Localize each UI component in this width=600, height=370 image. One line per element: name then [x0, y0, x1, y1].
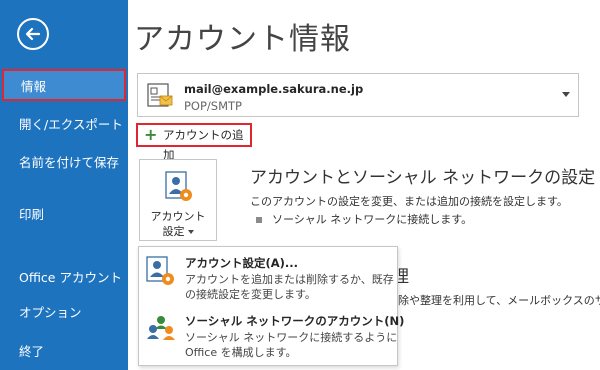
- page-title: アカウント情報: [134, 22, 351, 57]
- section-bullet: ソーシャル ネットワークに接続します。: [256, 211, 472, 227]
- menu-item-account-settings[interactable]: アカウント設定(A)... アカウントを追加または削除するか、既存 の接続設定を…: [139, 251, 397, 307]
- back-arrow-icon: [25, 27, 41, 41]
- menu-item-description: ソーシャル ネットワークに接続するように: [185, 331, 398, 344]
- menu-item-description: Office を構成します。: [185, 346, 297, 359]
- account-type: POP/SMTP: [184, 99, 242, 113]
- account-settings-button[interactable]: アカウント 設定: [139, 159, 217, 241]
- section-description: このアカウントの設定を変更、または追加の接続を設定します。: [250, 195, 568, 208]
- sidebar-item-options[interactable]: オプション: [0, 297, 128, 329]
- account-selector[interactable]: mail@example.sakura.ne.jp POP/SMTP: [137, 73, 579, 117]
- account-card-icon: [147, 83, 173, 107]
- sidebar-item-office-account[interactable]: Office アカウント: [0, 262, 128, 294]
- sidebar-item-exit[interactable]: 終了: [0, 336, 128, 368]
- account-settings-icon: [165, 171, 192, 201]
- add-account-button[interactable]: + アカウントの追加: [136, 123, 252, 162]
- menu-item-social-network-accounts[interactable]: ソーシャル ネットワークのアカウント(N) ソーシャル ネットワークに接続するよ…: [139, 309, 404, 365]
- account-settings-label-2: 設定: [140, 223, 216, 239]
- background-description-fragment: 除や整理を利用して、メールボックスのサイ: [398, 294, 600, 307]
- backstage-sidebar: 情報 開く/エクスポート 名前を付けて保存 印刷 Office アカウント オプ…: [0, 0, 128, 370]
- section-heading: アカウントとソーシャル ネットワークの設定: [250, 168, 596, 188]
- sidebar-item-print[interactable]: 印刷: [0, 199, 128, 231]
- menu-item-title: ソーシャル ネットワークのアカウント(N): [185, 314, 405, 328]
- menu-item-description: アカウントを追加または削除するか、既存: [185, 273, 394, 286]
- account-settings-menu: アカウント設定(A)... アカウントを追加または削除するか、既存 の接続設定を…: [138, 246, 404, 366]
- back-button[interactable]: [17, 18, 49, 50]
- sidebar-item-open-export[interactable]: 開く/エクスポート: [0, 109, 128, 141]
- account-email: mail@example.sakura.ne.jp: [184, 82, 364, 96]
- plus-icon: +: [144, 125, 158, 144]
- account-settings-label-1: アカウント: [150, 210, 206, 223]
- menu-item-description: の接続設定を変更します。: [185, 288, 316, 301]
- menu-item-title: アカウント設定(A)...: [185, 256, 299, 270]
- chevron-down-icon: [187, 230, 194, 234]
- sidebar-item-save-as[interactable]: 名前を付けて保存: [0, 147, 128, 179]
- dropdown-caret-icon: [562, 92, 570, 97]
- bullet-icon: [256, 217, 262, 223]
- sidebar-item-info[interactable]: 情報: [2, 69, 126, 101]
- account-settings-icon: [146, 256, 174, 285]
- social-network-icon: [147, 316, 175, 340]
